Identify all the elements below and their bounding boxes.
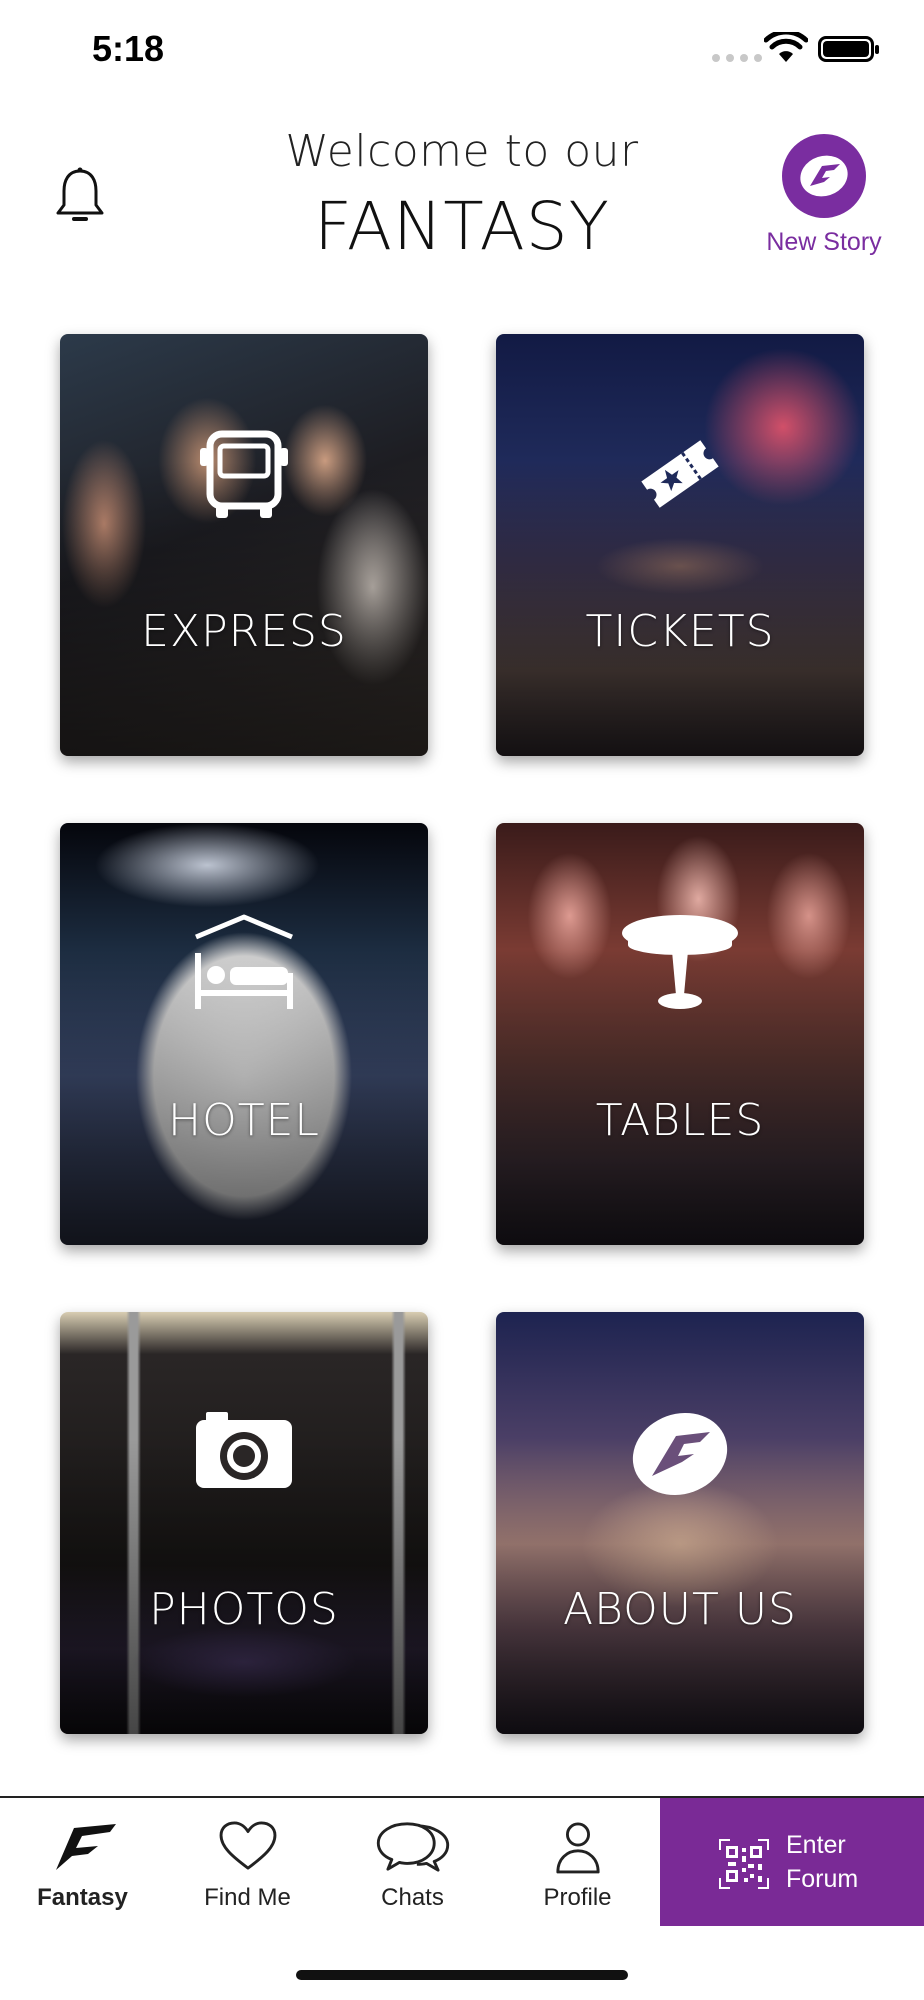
tab-find-me[interactable]: Find Me xyxy=(165,1798,330,1926)
card-label: TICKETS xyxy=(585,606,775,657)
ticket-icon xyxy=(641,440,719,508)
bed-icon xyxy=(195,914,293,1009)
page-title: FANTASY xyxy=(314,188,610,265)
bottom-tab-bar: Fantasy Find Me Chats Profile Enter Foru… xyxy=(0,1796,924,1926)
photos-card[interactable]: PHOTOS xyxy=(60,1312,428,1734)
cellular-signal-icon xyxy=(712,54,762,62)
new-story-button[interactable]: New Story xyxy=(752,134,892,264)
tickets-card[interactable]: TICKETS xyxy=(496,334,864,756)
new-story-label: New Story xyxy=(766,228,882,256)
heart-icon xyxy=(219,1821,276,1870)
status-bar: 5:18 xyxy=(0,0,924,100)
card-label: TABLES xyxy=(595,1095,765,1146)
tab-label: Fantasy xyxy=(37,1884,128,1911)
card-label: HOTEL xyxy=(168,1095,320,1146)
wifi-icon xyxy=(764,32,808,62)
camera-icon xyxy=(196,1412,292,1488)
chat-bubbles-icon xyxy=(376,1822,449,1872)
forum-label-line2: Forum xyxy=(786,1865,859,1893)
hotel-card[interactable]: HOTEL xyxy=(60,823,428,1245)
card-label: ABOUT US xyxy=(563,1584,797,1635)
person-icon xyxy=(555,1822,600,1874)
card-label: EXPRESS xyxy=(141,606,347,657)
tab-fantasy[interactable]: Fantasy xyxy=(0,1798,165,1926)
bus-icon xyxy=(200,430,288,518)
welcome-subtitle: Welcome to our xyxy=(285,126,639,177)
home-indicator[interactable] xyxy=(296,1970,628,1980)
tab-label: Profile xyxy=(543,1884,612,1911)
forum-label-line1: Enter xyxy=(786,1831,846,1859)
new-story-avatar xyxy=(782,134,866,218)
tab-chats[interactable]: Chats xyxy=(330,1798,495,1926)
qr-code-icon xyxy=(719,1839,769,1889)
tables-card[interactable]: TABLES xyxy=(496,823,864,1245)
fantasy-logo-icon xyxy=(800,155,848,197)
fantasy-logo-icon xyxy=(55,1824,116,1870)
about-us-card[interactable]: ABOUT US xyxy=(496,1312,864,1734)
tab-profile[interactable]: Profile xyxy=(495,1798,660,1926)
express-card[interactable]: EXPRESS xyxy=(60,334,428,756)
notification-bell-icon[interactable] xyxy=(52,165,108,229)
enter-forum-button[interactable]: Enter Forum xyxy=(660,1798,924,1926)
battery-icon xyxy=(818,36,879,62)
tab-label: Chats xyxy=(381,1884,444,1911)
fantasy-logo-icon xyxy=(632,1412,728,1496)
table-icon xyxy=(622,915,738,1009)
tab-label: Find Me xyxy=(204,1884,291,1911)
enter-forum-label: Enter Forum xyxy=(786,1828,858,1896)
status-time: 5:18 xyxy=(92,28,165,69)
card-label: PHOTOS xyxy=(149,1584,339,1635)
